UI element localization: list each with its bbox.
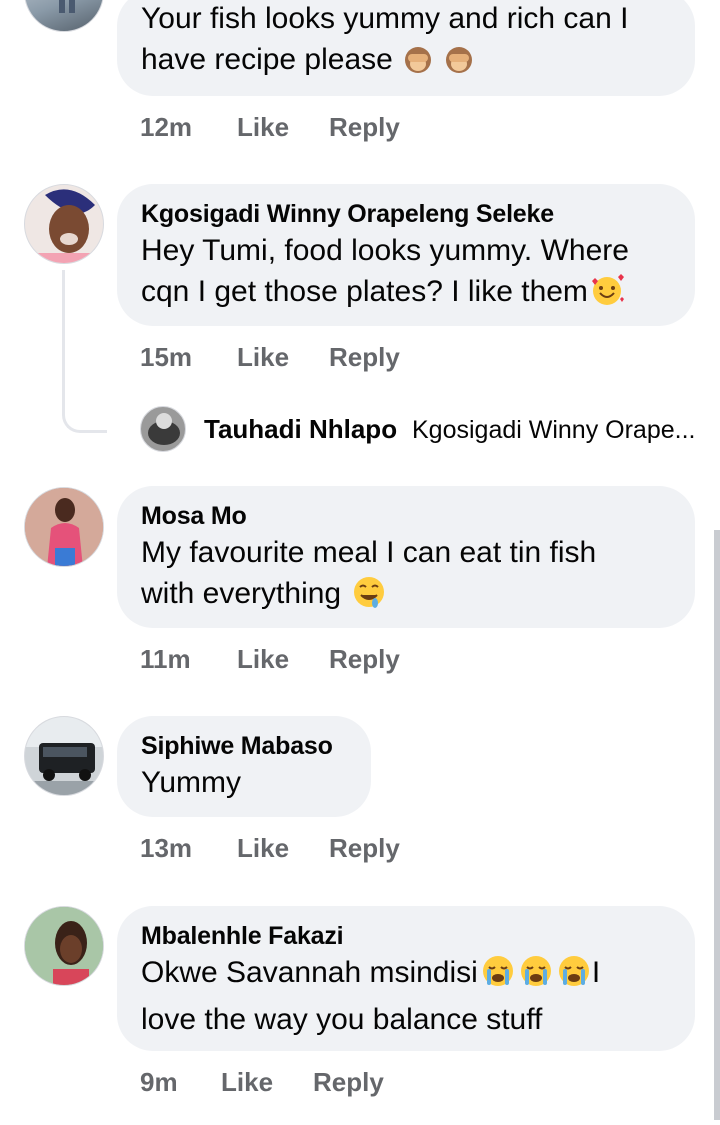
avatar-photo [25,488,103,566]
comment-text: Yummy [141,766,242,799]
thread-connector [62,270,107,433]
drooling-face-icon [351,575,387,620]
loudly-crying-face-icon [480,954,516,999]
like-button[interactable]: Like [237,342,289,373]
commenter-avatar[interactable] [24,0,104,32]
comment-text: My favourite meal I can eat tin fish wit… [141,532,671,620]
avatar-photo [25,717,103,795]
smiling-face-with-hearts-icon [590,273,626,318]
reply-button[interactable]: Reply [329,342,400,373]
comment-timestamp: 11m [140,644,191,674]
comment-text: Okwe Savannah msindisi I love the way yo… [141,954,601,1036]
see-no-evil-monkey-icon [403,45,433,86]
reply-button[interactable]: Reply [329,112,400,143]
reply-preview-row[interactable]: Tauhadi Nhlapo Kgosigadi Winny Orape... [140,404,700,454]
comment-bubble: Mbalenhle Fakazi Okwe Savannah msindisi … [117,906,695,1051]
commenter-name[interactable]: Mosa Mo [141,500,671,532]
like-button[interactable]: Like [237,644,289,675]
avatar-photo [148,413,180,445]
like-button[interactable]: Like [221,1067,273,1098]
see-no-evil-monkey-icon [444,45,474,86]
reply-button[interactable]: Reply [329,644,400,675]
comment-bubble: Your fish looks yummy and rich can I hav… [117,0,695,96]
like-button[interactable]: Like [237,112,289,143]
comment-timestamp: 13m [140,833,193,863]
comment-bubble: Mosa Mo My favourite meal I can eat tin … [117,486,695,628]
commenter-name[interactable]: Mbalenhle Fakazi [141,920,671,952]
loudly-crying-face-icon [556,954,592,999]
commenter-name[interactable]: Kgosigadi Winny Orapeleng Seleke [141,198,671,230]
like-button[interactable]: Like [237,833,289,864]
commenter-avatar[interactable] [24,184,104,264]
reply-preview-text: Kgosigadi Winny Orape... [412,416,696,444]
avatar-photo [35,189,95,263]
comment-timestamp: 9m [140,1067,178,1097]
reply-button[interactable]: Reply [313,1067,384,1098]
comment-bubble: Siphiwe Mabaso Yummy [117,716,371,817]
comment-bubble: Kgosigadi Winny Orapeleng Seleke Hey Tum… [117,184,695,326]
commenter-name[interactable]: Siphiwe Mabaso [141,730,347,762]
reply-button[interactable]: Reply [329,833,400,864]
reply-avatar [140,406,186,452]
comment-text: Your fish looks yummy and rich can I hav… [141,0,671,86]
avatar-photo [25,907,103,985]
commenter-avatar[interactable] [24,716,104,796]
comment-timestamp: 12m [140,112,193,142]
loudly-crying-face-icon [518,954,554,999]
avatar-photo [59,0,75,13]
reply-author-name[interactable]: Tauhadi Nhlapo [204,414,397,445]
commenter-avatar[interactable] [24,487,104,567]
comment-text: Hey Tumi, food looks yummy. Where cqn I … [141,230,671,318]
commenter-avatar[interactable] [24,906,104,986]
comment-timestamp: 15m [140,342,193,372]
scrollbar[interactable] [714,530,720,1120]
